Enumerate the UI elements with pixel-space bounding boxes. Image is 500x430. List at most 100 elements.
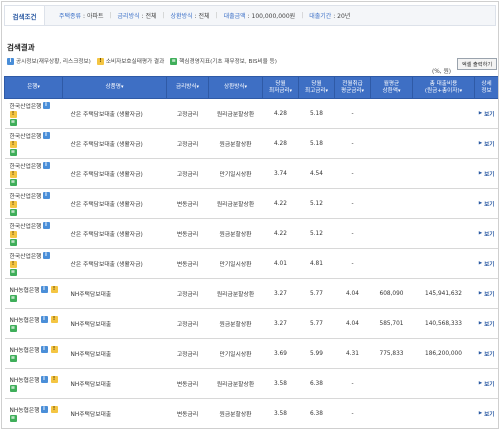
info-badge-icon[interactable]: i (42, 162, 50, 169)
column-header[interactable]: 상환방식▾ (208, 76, 263, 99)
core-badge-icon[interactable]: ≡ (9, 209, 17, 216)
view-detail-label: 보기 (484, 141, 495, 148)
survey-badge-icon[interactable]: ! (50, 286, 58, 293)
bank-cell: NH농협은행 i! ≡ (4, 338, 63, 369)
sort-arrow-icon[interactable]: ▾ (326, 88, 329, 94)
core-badge-icon[interactable]: ≡ (9, 179, 17, 186)
core-badge-icon[interactable]: ≡ (9, 149, 17, 156)
column-header-label: 상환방식 (223, 84, 245, 90)
legend-item-consumer: ! 소비자보호실태평가 결과 (96, 57, 165, 65)
bank-line: NH농협은행 i! (10, 315, 61, 324)
legend-item-disclosure: i 공시정보(재무상황, 리스크정보) (7, 57, 91, 65)
column-header: 상세 정보 (474, 76, 498, 99)
core-badge-icon[interactable]: ≡ (9, 355, 17, 362)
play-arrow-icon: ▶ (478, 261, 483, 266)
column-header[interactable]: 은행▾ (4, 76, 63, 99)
view-detail-button[interactable]: ▶ 보기 (479, 380, 495, 388)
core-badge-icon[interactable]: ≡ (9, 325, 17, 332)
core-badge-icon[interactable]: ≡ (9, 269, 17, 276)
info-badge-icon[interactable]: i (40, 346, 48, 353)
sort-arrow-icon[interactable]: ▾ (245, 84, 248, 90)
core-badge-icon[interactable]: ≡ (9, 239, 17, 246)
view-detail-button[interactable]: ▶ 보기 (479, 350, 495, 358)
monthly-payment-cell: 585,701 (370, 308, 413, 339)
condition-key: 주택종류 (59, 13, 82, 20)
avg-rate-cell: 4.04 (334, 278, 371, 309)
sort-arrow-icon[interactable]: ▾ (37, 84, 40, 90)
legend-label: 핵심경영지표(기초 재무정보, BIS비율 등) (179, 59, 277, 65)
bank-line: NH농협은행 i! (10, 375, 61, 384)
column-header[interactable]: 전월취급 평균금리▾ (334, 76, 371, 99)
repay-type-cell: 만기일시상환 (208, 248, 263, 279)
view-detail-button[interactable]: ▶ 보기 (479, 140, 495, 148)
repay-type-cell: 원리금분할상환 (208, 188, 263, 219)
survey-badge-icon[interactable]: ! (50, 406, 58, 413)
avg-rate-cell: - (334, 398, 371, 428)
sort-arrow-icon[interactable]: ▾ (362, 88, 365, 94)
repay-type-cell: 만기일시상환 (208, 338, 263, 369)
survey-badge-icon[interactable]: ! (9, 171, 17, 178)
info-badge-icon[interactable]: i (42, 192, 50, 199)
info-badge-icon[interactable]: i (42, 252, 50, 259)
repay-type-cell: 원금분할상환 (208, 128, 263, 159)
column-header[interactable]: 월평균 상환액▾ (370, 76, 413, 99)
repay-type-cell: 만기일시상환 (208, 158, 263, 189)
core-badge-icon[interactable]: ≡ (9, 415, 17, 422)
view-detail-button[interactable]: ▶ 보기 (479, 230, 495, 238)
core-badge-icon[interactable]: ≡ (9, 295, 17, 302)
info-badge-icon[interactable]: i (40, 376, 48, 383)
info-badge-icon[interactable]: i (40, 406, 48, 413)
column-header-label: 월평균 상환액 (382, 80, 400, 94)
excel-export-button[interactable]: 엑셀 출력하기 (457, 58, 497, 70)
max-rate-cell: 5.12 (298, 188, 335, 219)
column-header[interactable]: 당월 최저금리▾ (262, 76, 299, 99)
column-header[interactable]: 상품명▾ (62, 76, 167, 99)
view-detail-button[interactable]: ▶ 보기 (479, 170, 495, 178)
view-detail-button[interactable]: ▶ 보기 (479, 110, 495, 118)
bank-name: 한국산업은행 (9, 194, 42, 200)
survey-badge-icon[interactable]: ! (9, 261, 17, 268)
sort-arrow-icon[interactable]: ▾ (197, 84, 200, 90)
sort-arrow-icon[interactable]: ▾ (460, 88, 463, 94)
core-badge-icon[interactable]: ≡ (9, 119, 17, 126)
sort-arrow-icon[interactable]: ▾ (398, 88, 401, 94)
table-row: NH농협은행 i! ≡ NH주택담보대출 변동금리 원리금분할상환 3.58 6.38- ▶ 보기 (4, 368, 498, 399)
survey-badge-icon[interactable]: ! (9, 111, 17, 118)
core-badge-icon[interactable]: ≡ (9, 385, 17, 392)
divider: | (215, 12, 218, 19)
view-detail-button[interactable]: ▶ 보기 (479, 260, 495, 268)
legend-label: 소비자보호실태평가 결과 (105, 59, 165, 65)
survey-badge-icon[interactable]: ! (50, 376, 58, 383)
survey-badge-icon[interactable]: ! (9, 201, 17, 208)
view-detail-button[interactable]: ▶ 보기 (479, 200, 495, 208)
view-detail-button[interactable]: ▶ 보기 (479, 410, 495, 418)
max-rate-cell: 5.12 (298, 218, 335, 249)
avg-rate-cell: - (334, 158, 371, 189)
monthly-payment-cell (370, 98, 413, 129)
bank-badges: ≡ (9, 385, 61, 392)
info-badge-icon[interactable]: i (42, 102, 50, 109)
column-header[interactable]: 당월 최고금리▾ (298, 76, 335, 99)
view-detail-button[interactable]: ▶ 보기 (479, 290, 495, 298)
survey-badge-icon[interactable]: ! (9, 141, 17, 148)
rate-type-cell: 변동금리 (166, 248, 209, 279)
info-badge-icon[interactable]: i (42, 222, 50, 229)
survey-badge-icon[interactable]: ! (50, 346, 58, 353)
sort-arrow-icon[interactable]: ▾ (121, 84, 124, 90)
column-header[interactable]: 총 대출비용 (원금+총이자)▾ (412, 76, 475, 99)
info-badge-icon[interactable]: i (40, 316, 48, 323)
info-badge-icon[interactable]: i (42, 132, 50, 139)
condition-loan-amount: 대출금액 : 100,000,000원 (223, 13, 296, 20)
column-header-label: 전월취급 평균금리 (340, 80, 363, 94)
table-row: 한국산업은행 i! ≡ 산은 주택담보대출 (생활자금) 변동금리 만기일시상환 4.01 4… (4, 248, 498, 279)
column-header[interactable]: 금리방식▾ (166, 76, 209, 99)
sort-arrow-icon[interactable]: ▾ (290, 88, 293, 94)
min-rate-cell: 3.58 (262, 398, 299, 428)
survey-badge-icon[interactable]: ! (9, 231, 17, 238)
search-conditions-bar: 검색조건 주택종류 : 아파트 | 금리방식 : 전체 | 상환방식 : 전체 … (4, 5, 496, 26)
avg-rate-cell: - (334, 128, 371, 159)
survey-badge-icon[interactable]: ! (50, 316, 58, 323)
view-detail-button[interactable]: ▶ 보기 (479, 320, 495, 328)
info-badge-icon[interactable]: i (40, 286, 48, 293)
play-arrow-icon: ▶ (478, 411, 483, 416)
